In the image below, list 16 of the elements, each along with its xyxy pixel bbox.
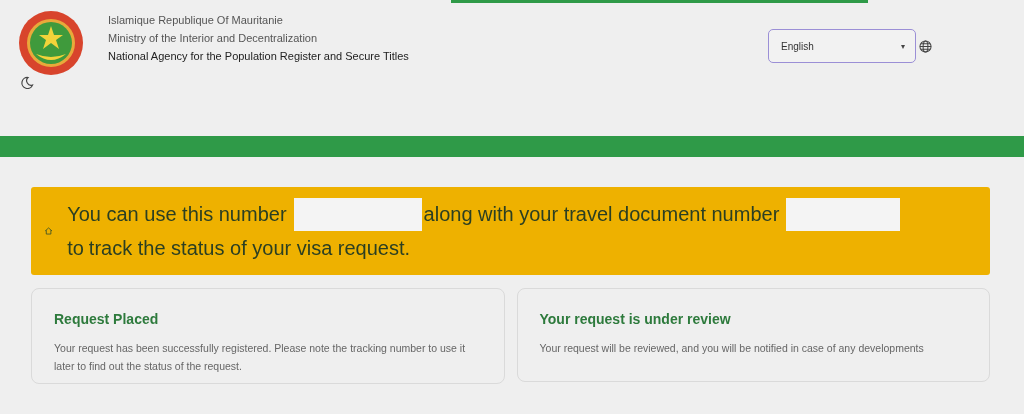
language-select[interactable]: English ▾ (768, 29, 916, 63)
moon-icon[interactable] (20, 76, 34, 90)
home-icon (44, 225, 54, 237)
notice-text: to (67, 237, 84, 260)
agency-name-line: Islamique Republique Of Mauritanie (108, 13, 284, 27)
card-text: Your request has been successfully registered. Please note the tracking number to use it later to find out the status of the request. (54, 341, 467, 374)
notice-text: track the status of your visa request. (88, 237, 411, 260)
card-text: Your request will be reviewed, and you will be notified in case of any developments (539, 341, 925, 356)
card-title: Request Placed (54, 311, 160, 327)
agency-name-line: National Agency for the Population Register and Secure Titles (108, 49, 409, 63)
agency-name-line: Ministry of the Interior and Decentralization (108, 31, 319, 45)
emblem-logo (18, 10, 84, 76)
card-title: Your request is under review (539, 311, 732, 327)
notice-text: You can use this number (67, 203, 287, 225)
globe-icon[interactable] (919, 39, 932, 53)
notice-text: along with your travel document number (423, 203, 780, 225)
